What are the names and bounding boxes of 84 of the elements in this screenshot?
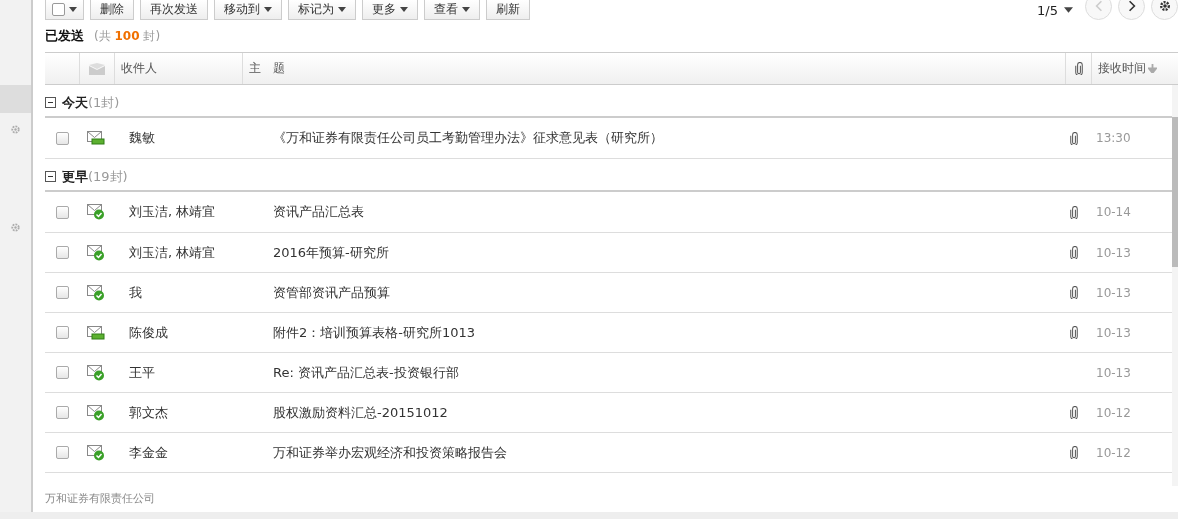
received-time: 13:30	[1095, 131, 1132, 145]
toolbar-button[interactable]: 移动到	[214, 0, 282, 20]
checkbox[interactable]	[55, 205, 69, 219]
recipient: 陈俊成	[128, 323, 169, 342]
received-time: 10-13	[1095, 325, 1132, 340]
chevron-left-icon	[1094, 0, 1102, 12]
paperclip-icon	[1074, 62, 1083, 75]
mail-row[interactable]: 刘玉洁, 林靖宜 资讯产品汇总表 10-14	[45, 192, 1172, 233]
subject: 股权激励资料汇总-20151012	[272, 403, 449, 422]
caret-icon[interactable]	[1064, 7, 1073, 13]
received-time: 10-13	[1095, 245, 1132, 260]
received-time: 10-14	[1095, 205, 1132, 219]
group-count: (1封)	[88, 93, 120, 112]
toolbar-button[interactable]: 标记为	[288, 0, 356, 20]
envelope-icon	[89, 62, 105, 75]
group-label: 今天	[62, 93, 88, 112]
received-time: 10-12	[1095, 445, 1132, 460]
gear-icon	[1158, 0, 1171, 12]
column-header[interactable]: 主 题	[243, 53, 1066, 84]
mail-row[interactable]: 魏敏 《万和证券有限责任公司员工考勤管理办法》征求意见表（研究所） 13:30	[45, 118, 1172, 159]
envelope-check-icon	[87, 364, 105, 381]
recipient: 我	[128, 283, 143, 302]
received-time: 10-12	[1095, 405, 1132, 420]
group-count: (19封)	[88, 167, 128, 186]
envelope-check-icon	[87, 244, 105, 261]
checkbox[interactable]	[55, 131, 69, 145]
recipient: 魏敏	[128, 129, 156, 147]
checkbox[interactable]	[55, 446, 69, 459]
sort-down-icon	[1148, 64, 1157, 73]
recipient: 刘玉洁, 林靖宜	[128, 203, 217, 221]
envelope-check-icon	[87, 284, 105, 301]
mail-row[interactable]: 我 资管部资讯产品预算 10-13	[45, 273, 1172, 313]
recipient: 刘玉洁, 林靖宜	[128, 243, 217, 262]
subject: 资讯产品汇总表	[272, 203, 365, 221]
settings-button[interactable]	[1151, 0, 1178, 20]
caret-icon	[69, 7, 77, 12]
recipient: 李金金	[128, 443, 169, 462]
chevron-right-icon	[1128, 0, 1136, 12]
subject: 资管部资讯产品预算	[272, 283, 391, 302]
message-count: (共 100 封)	[94, 27, 161, 45]
previous-page-button[interactable]	[1085, 0, 1112, 20]
settings-icon[interactable]	[10, 222, 21, 233]
scrollbar-thumb[interactable]	[1172, 117, 1178, 267]
scrollbar[interactable]	[1172, 85, 1178, 486]
envelope-check-icon	[87, 404, 105, 421]
checkbox[interactable]	[55, 286, 69, 299]
subject: 《万和证券有限责任公司员工考勤管理办法》征求意见表（研究所）	[272, 129, 664, 147]
envelope-check-icon	[87, 444, 105, 461]
mail-row[interactable]: 陈俊成 附件2：培训预算表格-研究所1013 10-13	[45, 313, 1172, 353]
subject: 附件2：培训预算表格-研究所1013	[272, 323, 477, 342]
envelope-sent-icon	[87, 325, 105, 340]
collapse-icon[interactable]	[45, 97, 56, 108]
mail-row[interactable]: 郭文杰 股权激励资料汇总-20151012 10-12	[45, 393, 1172, 433]
page-selector[interactable]: 1/5	[1037, 2, 1058, 18]
next-page-button[interactable]	[1118, 0, 1145, 20]
subject: 万和证券举办宏观经济和投资策略报告会	[272, 443, 508, 462]
collapse-icon[interactable]	[45, 171, 56, 182]
toolbar-button[interactable]: 再次发送	[140, 0, 208, 20]
subject: Re: 资讯产品汇总表-投资银行部	[272, 363, 460, 382]
recipient: 郭文杰	[128, 403, 169, 422]
checkbox[interactable]	[55, 326, 69, 339]
toolbar-button[interactable]: 查看	[424, 0, 480, 20]
folder-title: 已发送	[45, 27, 84, 45]
recipient: 王平	[128, 363, 156, 382]
toolbar-button[interactable]: 更多	[362, 0, 418, 20]
subject: 2016年预算-研究所	[272, 243, 390, 262]
envelope-sent-icon	[87, 131, 105, 145]
mail-row[interactable]: 刘玉洁, 林靖宜 2016年预算-研究所 10-13	[45, 233, 1172, 273]
group-label: 更早	[62, 167, 88, 186]
received-time: 10-13	[1095, 285, 1132, 300]
checkbox[interactable]	[55, 246, 69, 259]
envelope-check-icon	[87, 204, 105, 220]
settings-icon[interactable]	[10, 124, 21, 135]
select-all-dropdown[interactable]	[45, 0, 84, 20]
checkbox[interactable]	[55, 406, 69, 419]
mail-row[interactable]: 王平 Re: 资讯产品汇总表-投资银行部 10-13	[45, 353, 1172, 393]
mail-row[interactable]: 李金金 万和证券举办宏观经济和投资策略报告会 10-12	[45, 433, 1172, 473]
company-name: 万和证券有限责任公司	[45, 490, 156, 507]
received-time: 10-13	[1095, 365, 1132, 380]
checkbox[interactable]	[55, 366, 69, 379]
column-header[interactable]: 接收时间	[1092, 53, 1178, 84]
toolbar-button[interactable]: 删除	[90, 0, 134, 20]
column-header[interactable]: 收件人	[115, 53, 243, 84]
toolbar-button[interactable]: 刷新	[486, 0, 530, 20]
